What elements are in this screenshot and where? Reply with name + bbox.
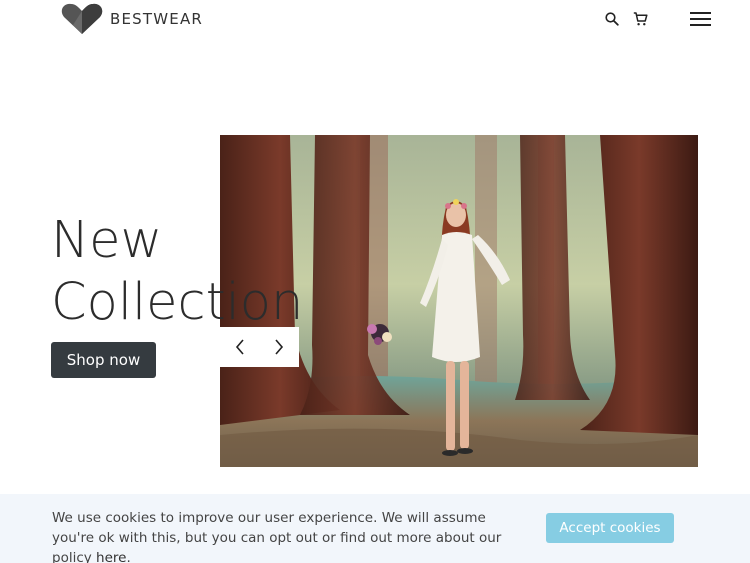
- site-header: BESTWEAR: [0, 0, 750, 40]
- hero-title-line-2: Collection: [51, 273, 304, 332]
- cookie-message-end: .: [126, 550, 131, 563]
- cookie-message: We use cookies to improve our user exper…: [52, 508, 532, 563]
- search-icon[interactable]: [604, 11, 620, 27]
- chevron-right-icon[interactable]: [259, 327, 298, 367]
- accept-cookies-button[interactable]: Accept cookies: [546, 513, 674, 543]
- hero-title: New Collection: [51, 210, 303, 334]
- heart-logo-icon: [61, 3, 103, 35]
- shop-now-button[interactable]: Shop now: [51, 342, 156, 378]
- cart-icon[interactable]: [632, 11, 648, 27]
- chevron-left-icon[interactable]: [220, 327, 259, 367]
- brand-name: BESTWEAR: [110, 10, 204, 28]
- cookie-policy-link[interactable]: here: [96, 550, 126, 563]
- hero-title-line-1: New: [51, 211, 163, 270]
- hamburger-menu-icon[interactable]: [690, 11, 712, 27]
- brand-logo[interactable]: BESTWEAR: [60, 3, 203, 35]
- cookie-banner: We use cookies to improve our user exper…: [0, 494, 750, 563]
- slider-controls: [220, 327, 299, 367]
